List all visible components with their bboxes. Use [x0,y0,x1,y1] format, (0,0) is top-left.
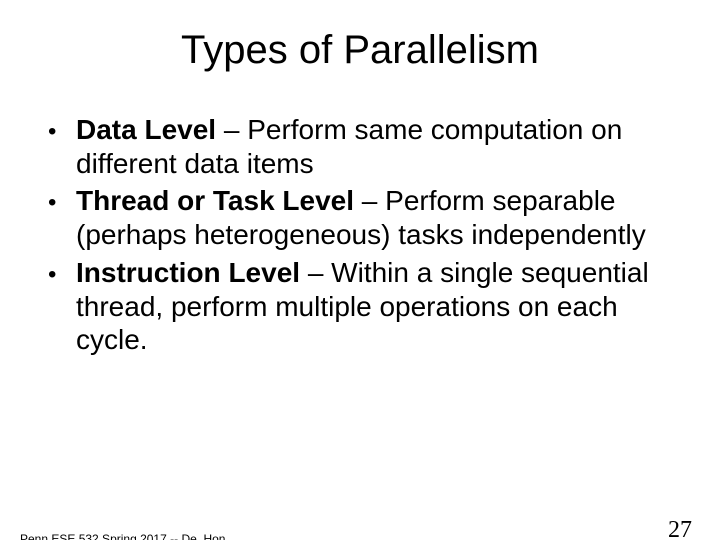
bullet-label: Instruction Level [76,257,300,288]
slide-body: Data Level – Perform same computation on… [48,113,660,357]
bullet-list: Data Level – Perform same computation on… [48,113,660,357]
list-item: Instruction Level – Within a single sequ… [48,256,660,357]
list-item: Data Level – Perform same computation on… [48,113,660,180]
footer-course-info: Penn ESE 532 Spring 2017 -- De. Hon [20,532,225,540]
bullet-label: Thread or Task Level [76,185,354,216]
slide: Types of Parallelism Data Level – Perfor… [0,28,720,540]
slide-title: Types of Parallelism [0,28,720,73]
list-item: Thread or Task Level – Perform separable… [48,184,660,251]
bullet-label: Data Level [76,114,216,145]
page-number: 27 [668,517,692,540]
